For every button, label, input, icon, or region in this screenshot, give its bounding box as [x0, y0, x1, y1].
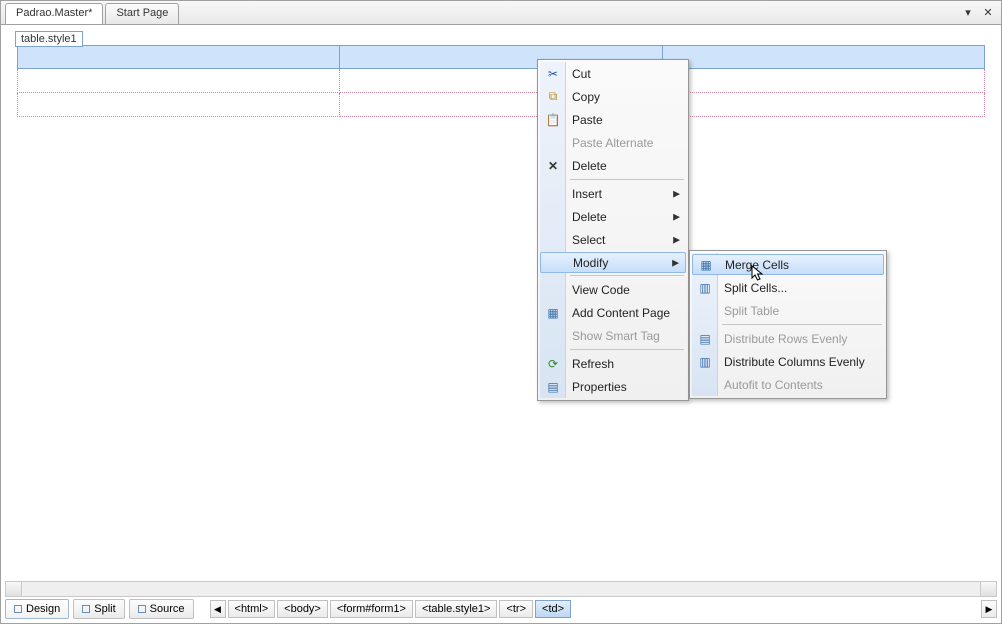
menu-paste-alternate: Paste Alternate — [540, 131, 686, 154]
chevron-right-icon: ▶ — [673, 188, 680, 199]
menu-separator — [722, 324, 882, 325]
split-icon — [82, 605, 90, 613]
dropdown-icon[interactable]: ▾ — [961, 5, 975, 19]
table-row[interactable] — [17, 93, 985, 117]
view-design-button[interactable]: Design — [5, 599, 69, 619]
menu-label: Distribute Columns Evenly — [724, 355, 865, 369]
menu-label: Split Table — [724, 304, 779, 318]
breadcrumb-item[interactable]: <html> — [228, 600, 276, 618]
menu-refresh[interactable]: ⟳ Refresh — [540, 352, 686, 375]
chevron-right-icon: ▶ — [673, 234, 680, 245]
context-menu: ✂ Cut ⧉ Copy 📋 Paste Paste Alternate ✕ Delet… — [537, 59, 689, 401]
menu-modify[interactable]: Modify ▶ — [540, 252, 686, 273]
cut-icon: ✂ — [545, 66, 561, 82]
delete-icon: ✕ — [545, 158, 561, 174]
table-cell[interactable] — [17, 69, 340, 93]
menu-distribute-rows: ▤ Distribute Rows Evenly — [692, 327, 884, 350]
tab-start-page[interactable]: Start Page — [105, 3, 179, 24]
menu-label: Copy — [572, 90, 600, 104]
menu-label: Distribute Rows Evenly — [724, 332, 847, 346]
breadcrumb-item[interactable]: <body> — [277, 600, 328, 618]
menu-add-content-page[interactable]: ▦ Add Content Page — [540, 301, 686, 324]
menu-insert[interactable]: Insert ▶ — [540, 182, 686, 205]
merge-cells-icon: ▦ — [698, 257, 714, 273]
design-table — [17, 45, 985, 117]
refresh-icon: ⟳ — [545, 356, 561, 372]
menu-label: Add Content Page — [572, 306, 670, 320]
menu-merge-cells[interactable]: ▦ Merge Cells — [692, 254, 884, 275]
menu-copy[interactable]: ⧉ Copy — [540, 85, 686, 108]
element-tag-indicator[interactable]: table.style1 — [15, 31, 83, 47]
breadcrumb: ◀ <html> <body> <form#form1> <table.styl… — [210, 600, 997, 618]
breadcrumb-item[interactable]: <td> — [535, 600, 571, 618]
menu-label: Modify — [573, 256, 608, 270]
view-split-button[interactable]: Split — [73, 599, 124, 619]
menu-cut[interactable]: ✂ Cut — [540, 62, 686, 85]
menu-label: Paste — [572, 113, 603, 127]
menu-split-table: Split Table — [692, 299, 884, 322]
table-row[interactable] — [17, 69, 985, 93]
menu-delete-sub[interactable]: Delete ▶ — [540, 205, 686, 228]
close-icon[interactable]: ✕ — [981, 5, 995, 19]
copy-icon: ⧉ — [545, 89, 561, 105]
breadcrumb-item[interactable]: <table.style1> — [415, 600, 498, 618]
menu-label: Cut — [572, 67, 591, 81]
menu-properties[interactable]: ▤ Properties — [540, 375, 686, 398]
menu-separator — [570, 179, 684, 180]
table-cell[interactable] — [17, 93, 340, 117]
table-cell[interactable] — [663, 69, 985, 93]
menu-delete[interactable]: ✕ Delete — [540, 154, 686, 177]
breadcrumb-item[interactable]: <tr> — [499, 600, 533, 618]
menu-label: Select — [572, 233, 605, 247]
menu-label: Split Cells... — [724, 281, 787, 295]
tab-padrao-master[interactable]: Padrao.Master* — [5, 3, 103, 24]
design-icon — [14, 605, 22, 613]
properties-icon: ▤ — [545, 379, 561, 395]
page-icon: ▦ — [545, 305, 561, 321]
breadcrumb-next[interactable]: ▶ — [981, 600, 997, 618]
menu-label: Paste Alternate — [572, 136, 653, 150]
menu-separator — [570, 349, 684, 350]
table-cell[interactable] — [663, 45, 985, 69]
modify-submenu: ▦ Merge Cells ▥ Split Cells... Split Table… — [689, 250, 887, 399]
menu-label: Autofit to Contents — [724, 378, 823, 392]
view-label: Split — [94, 603, 115, 615]
menu-view-code[interactable]: View Code — [540, 278, 686, 301]
menu-label: Refresh — [572, 357, 614, 371]
menu-label: Merge Cells — [725, 258, 789, 272]
document-tab-bar: Padrao.Master* Start Page ▾ ✕ — [1, 1, 1001, 25]
menu-show-smart-tag: Show Smart Tag — [540, 324, 686, 347]
menu-label: Properties — [572, 380, 627, 394]
menu-label: View Code — [572, 283, 630, 297]
breadcrumb-item[interactable]: <form#form1> — [330, 600, 413, 618]
menu-autofit-contents: Autofit to Contents — [692, 373, 884, 396]
view-label: Design — [26, 603, 60, 615]
view-label: Source — [150, 603, 185, 615]
menu-select[interactable]: Select ▶ — [540, 228, 686, 251]
scroll-right-icon[interactable] — [980, 582, 996, 596]
breadcrumb-prev[interactable]: ◀ — [210, 600, 226, 618]
split-cells-icon: ▥ — [697, 280, 713, 296]
menu-paste[interactable]: 📋 Paste — [540, 108, 686, 131]
menu-split-cells[interactable]: ▥ Split Cells... — [692, 276, 884, 299]
scroll-left-icon[interactable] — [6, 582, 22, 596]
chevron-right-icon: ▶ — [673, 211, 680, 222]
menu-distribute-columns[interactable]: ▥ Distribute Columns Evenly — [692, 350, 884, 373]
menu-label: Delete — [572, 159, 607, 173]
source-icon — [138, 605, 146, 613]
menu-label: Show Smart Tag — [572, 329, 660, 343]
bottom-bar: Design Split Source ◀ <html> <body> <for… — [5, 581, 997, 619]
paste-icon: 📋 — [545, 112, 561, 128]
table-row[interactable] — [17, 45, 985, 69]
distribute-rows-icon: ▤ — [697, 331, 713, 347]
view-source-button[interactable]: Source — [129, 599, 194, 619]
horizontal-scrollbar[interactable] — [5, 581, 997, 597]
menu-label: Insert — [572, 187, 602, 201]
menu-label: Delete — [572, 210, 607, 224]
distribute-columns-icon: ▥ — [697, 354, 713, 370]
table-cell[interactable] — [663, 93, 985, 117]
chevron-right-icon: ▶ — [672, 257, 679, 268]
menu-separator — [570, 275, 684, 276]
table-cell[interactable] — [17, 45, 340, 69]
